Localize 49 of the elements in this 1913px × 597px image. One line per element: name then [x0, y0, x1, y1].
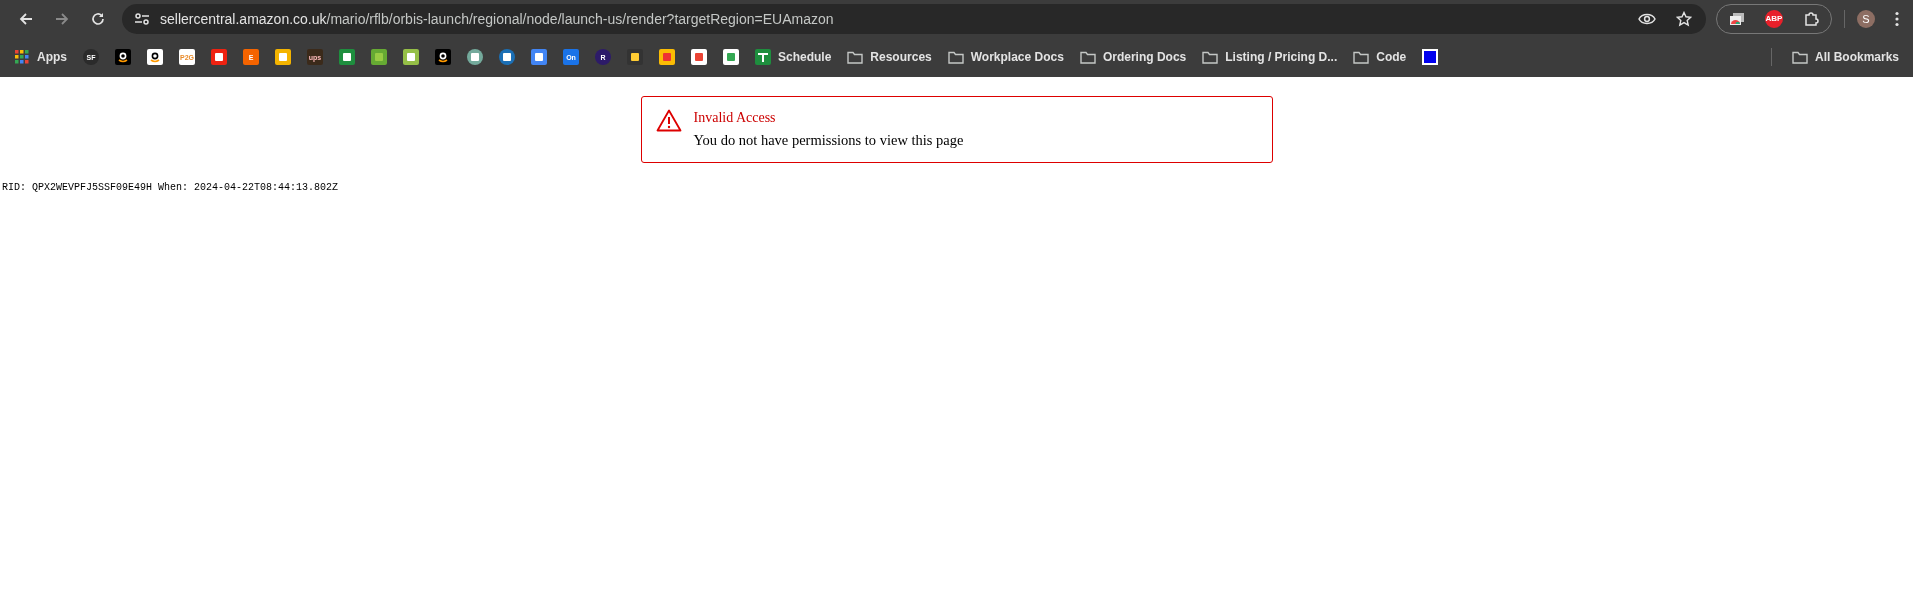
eye-icon[interactable] [1638, 12, 1656, 25]
all-bookmarks-button[interactable]: All Bookmarks [1783, 43, 1907, 71]
back-icon[interactable] [18, 10, 34, 27]
folder-icon [1202, 50, 1219, 64]
bookmark[interactable]: Schedule [747, 43, 840, 71]
site-icon [723, 49, 739, 65]
site-icon [371, 49, 387, 65]
star-icon[interactable] [1676, 10, 1692, 27]
folder-icon [847, 50, 864, 64]
site-icon [499, 49, 515, 65]
site-icon [403, 49, 419, 65]
site-icon [531, 49, 547, 65]
folder-icon [947, 50, 964, 64]
alert-message: You do not have permissions to view this page [693, 132, 964, 149]
site-icon [211, 49, 227, 65]
address-bar[interactable]: sellercentral.amazon.co.uk/mario/rflb/orbis-launch/regional/node/launch-us/render?targetRegion=EUAmazon [122, 3, 1706, 34]
forward-icon[interactable] [54, 10, 70, 27]
bookmark[interactable]: Code [1345, 43, 1415, 71]
grid-icon [14, 49, 30, 65]
site-icon [435, 49, 451, 65]
site-icon [115, 49, 131, 65]
site-icon [691, 49, 707, 65]
window-stack-icon[interactable] [1729, 11, 1745, 26]
adblock-badge[interactable]: ABP [1765, 9, 1783, 28]
reload-icon[interactable] [90, 10, 106, 27]
profile-avatar[interactable]: S [1857, 9, 1875, 28]
request-info: RID: QPX2WEVPFJ5SSF09E49H When: 2024-04-22T08:44:13.802Z [1, 182, 340, 193]
url-text: sellercentral.amazon.co.uk/mario/rflb/orbis-launch/regional/node/launch-us/render?targetRegion=EUAmazon [160, 10, 834, 27]
site-settings-icon[interactable] [134, 11, 150, 26]
site-icon [275, 49, 291, 65]
square-icon [1422, 49, 1439, 65]
site-icon [147, 49, 163, 65]
site-icon [339, 49, 355, 65]
site-icon [627, 49, 643, 65]
bookmark[interactable]: Apps [6, 43, 75, 71]
site-icon [467, 49, 483, 65]
warning-icon [655, 109, 682, 132]
bookmark[interactable]: Listing / Pricing D... [1194, 43, 1346, 71]
bookmark[interactable]: Resources [839, 43, 940, 71]
folder-icon [1079, 50, 1096, 64]
alert-title: Invalid Access [693, 110, 777, 126]
site-icon [659, 49, 675, 65]
menu-icon[interactable] [1895, 10, 1899, 27]
bookmark[interactable]: Workplace Docs [939, 43, 1072, 71]
folder-icon [1791, 50, 1808, 64]
folder-icon [1353, 50, 1370, 64]
bookmark[interactable]: Ordering Docs [1071, 43, 1195, 71]
puzzle-icon[interactable] [1803, 10, 1819, 27]
sheet-icon [755, 49, 771, 65]
